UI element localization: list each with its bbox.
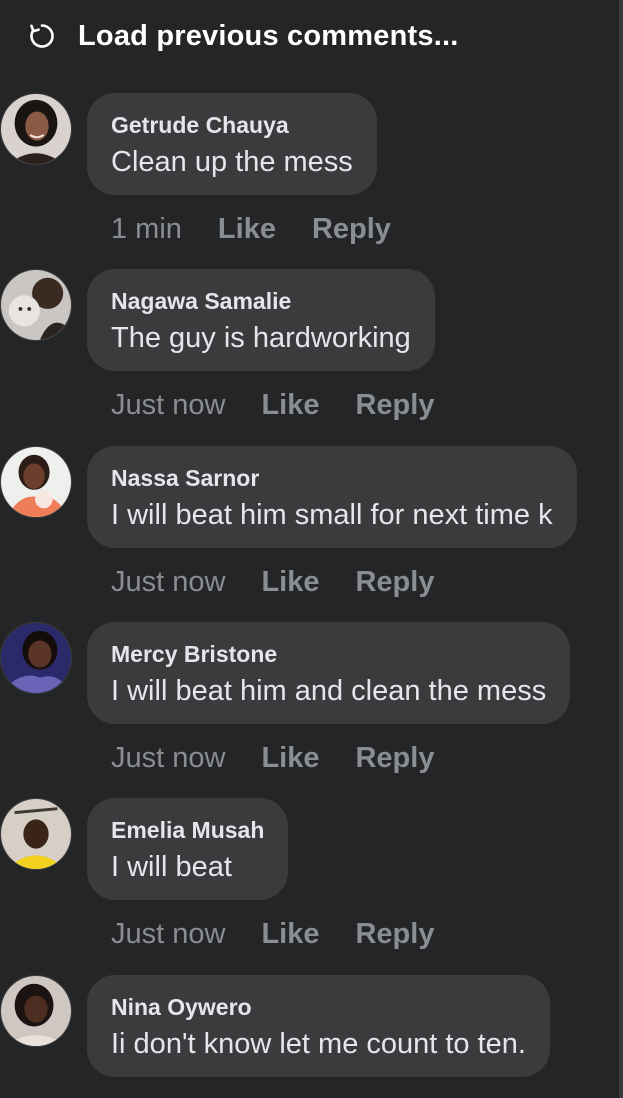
comment-bubble: Nina Oywero Ii don't know let me count t…	[87, 975, 550, 1077]
comment-item: Mercy Bristone I will beat him and clean…	[0, 622, 619, 782]
comment-author[interactable]: Nagawa Samalie	[111, 287, 411, 315]
comment-bubble: Emelia Musah I will beat	[87, 798, 289, 900]
load-previous-comments-button[interactable]: Load previous comments...	[28, 16, 458, 56]
reply-button[interactable]: Reply	[355, 918, 434, 951]
comment-actions: Just now Like Reply	[111, 738, 434, 778]
comment-item: Nagawa Samalie The guy is hardworking Ju…	[0, 269, 619, 429]
reply-button[interactable]: Reply	[355, 742, 434, 775]
avatar[interactable]	[0, 446, 72, 518]
like-button[interactable]: Like	[218, 213, 276, 246]
comments-panel: Load previous comments... Getrude Chauya…	[0, 0, 623, 1098]
avatar[interactable]	[0, 269, 72, 341]
comment-timestamp[interactable]: Just now	[111, 918, 225, 951]
comment-bubble: Nagawa Samalie The guy is hardworking	[87, 269, 435, 371]
comment-actions: 1 min Like Reply	[111, 209, 391, 249]
like-button[interactable]: Like	[261, 742, 319, 775]
comment-text: I will beat him small for next time k	[111, 499, 553, 531]
comment-item: Nassa Sarnor I will beat him small for n…	[0, 446, 619, 606]
comment-timestamp[interactable]: Just now	[111, 742, 225, 775]
comment-item: Getrude Chauya Clean up the mess 1 min L…	[0, 93, 619, 253]
comment-text: Clean up the mess	[111, 146, 353, 178]
refresh-icon	[28, 22, 56, 50]
comment-actions: Just now Like Reply	[111, 562, 434, 602]
comment-timestamp[interactable]: Just now	[111, 389, 225, 422]
comment-actions: Just now Like Reply	[111, 385, 434, 425]
comment-text: The guy is hardworking	[111, 322, 411, 354]
avatar[interactable]	[0, 93, 72, 165]
comment-actions: Just now Like Reply	[111, 914, 434, 954]
comment-bubble: Getrude Chauya Clean up the mess	[87, 93, 377, 195]
like-button[interactable]: Like	[261, 918, 319, 951]
comment-author[interactable]: Nassa Sarnor	[111, 464, 553, 492]
comment-author[interactable]: Emelia Musah	[111, 816, 264, 844]
comment-item: Nina Oywero Ii don't know let me count t…	[0, 975, 619, 1098]
like-button[interactable]: Like	[261, 566, 319, 599]
comment-text: Ii don't know let me count to ten.	[111, 1028, 526, 1060]
comment-author[interactable]: Mercy Bristone	[111, 640, 546, 668]
load-previous-label: Load previous comments...	[78, 19, 459, 52]
avatar[interactable]	[0, 798, 72, 870]
comment-timestamp[interactable]: Just now	[111, 566, 225, 599]
scrollbar-track[interactable]	[619, 0, 623, 1098]
comment-text: I will beat	[111, 851, 232, 883]
comment-item: Emelia Musah I will beat Just now Like R…	[0, 798, 619, 958]
like-button[interactable]: Like	[261, 389, 319, 422]
comment-author[interactable]: Nina Oywero	[111, 993, 526, 1021]
avatar[interactable]	[0, 622, 72, 694]
reply-button[interactable]: Reply	[355, 566, 434, 599]
comment-bubble: Nassa Sarnor I will beat him small for n…	[87, 446, 577, 548]
comment-timestamp[interactable]: 1 min	[111, 213, 182, 246]
comment-bubble: Mercy Bristone I will beat him and clean…	[87, 622, 571, 724]
reply-button[interactable]: Reply	[312, 213, 391, 246]
reply-button[interactable]: Reply	[355, 389, 434, 422]
avatar[interactable]	[0, 975, 72, 1047]
comment-text: I will beat him and clean the mess	[111, 675, 547, 707]
comment-author[interactable]: Getrude Chauya	[111, 111, 353, 139]
